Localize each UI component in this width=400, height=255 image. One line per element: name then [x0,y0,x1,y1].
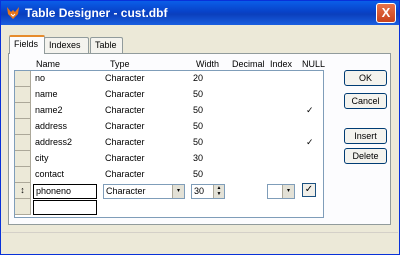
row-selector[interactable] [15,103,31,119]
row-selector[interactable] [15,119,31,135]
field-width[interactable]: 50 [193,121,203,131]
field-index-select[interactable]: ▾ [267,184,295,199]
field-width-value: 30 [194,186,205,196]
fields-grid[interactable]: no Character 20 name Character 50 name2 … [14,70,324,218]
tab-indexes[interactable]: Indexes [44,37,89,53]
field-name[interactable]: address2 [35,137,72,147]
new-field-name-input[interactable] [33,200,97,215]
fields-panel: Name Type Width Decimal Index NULL no Ch… [8,53,391,225]
field-width[interactable]: 30 [193,153,203,163]
row-mover-handle[interactable]: ↕ [15,183,31,199]
field-width[interactable]: 50 [193,105,203,115]
column-header-index: Index [270,59,293,69]
field-name-input[interactable]: phoneno [33,184,97,199]
title-bar[interactable]: Table Designer - cust.dbf X [1,1,399,25]
table-row[interactable]: name2 Character 50 ✓ [15,103,323,119]
editing-row[interactable]: ↕ phoneno Character ▾ 30 ▲ ▼ ▾ ✓ [15,183,323,199]
tab-fields[interactable]: Fields [9,35,45,54]
field-width[interactable]: 50 [193,89,203,99]
field-type-select[interactable]: Character ▾ [103,184,185,199]
table-row[interactable]: address2 Character 50 ✓ [15,135,323,151]
field-null[interactable]: ✓ [306,105,314,116]
column-header-width: Width [196,59,220,69]
field-type[interactable]: Character [105,89,145,99]
field-name[interactable]: no [35,73,45,83]
spinner-arrows-icon[interactable]: ▲ ▼ [213,185,224,198]
field-type[interactable]: Character [105,169,145,179]
spin-down-icon[interactable]: ▼ [214,191,224,197]
dropdown-arrow-icon[interactable]: ▾ [282,185,294,198]
field-width-spinner[interactable]: 30 ▲ ▼ [191,184,225,199]
field-width[interactable]: 20 [193,73,203,83]
column-header-name: Name [36,59,61,69]
field-type[interactable]: Character [105,121,145,131]
row-selector[interactable] [15,71,31,87]
field-name[interactable]: contact [35,169,64,179]
row-selector[interactable] [15,87,31,103]
row-selector[interactable] [15,199,31,215]
field-type[interactable]: Character [105,153,145,163]
new-row[interactable] [15,199,323,215]
delete-button[interactable]: Delete [344,148,387,164]
ok-button[interactable]: OK [344,70,387,86]
null-checkbox[interactable]: ✓ [302,183,316,197]
field-type[interactable]: Character [105,73,145,83]
field-width[interactable]: 50 [193,137,203,147]
table-designer-window: Table Designer - cust.dbf X Fields Index… [0,0,400,255]
field-width[interactable]: 50 [193,169,203,179]
table-row[interactable]: city Character 30 [15,151,323,167]
status-bar [2,232,398,254]
column-header-null: NULL [302,59,326,69]
table-row[interactable]: contact Character 50 [15,167,323,183]
table-row[interactable]: address Character 50 [15,119,323,135]
field-null[interactable]: ✓ [306,137,314,148]
field-name[interactable]: name [35,89,58,99]
field-type-value: Character [106,186,146,196]
column-header-type: Type [110,59,130,69]
field-type[interactable]: Character [105,137,145,147]
window-title: Table Designer - cust.dbf [25,6,168,20]
field-name[interactable]: city [35,153,49,163]
row-selector[interactable] [15,167,31,183]
row-selector[interactable] [15,151,31,167]
table-row[interactable]: no Character 20 [15,71,323,87]
dropdown-arrow-icon[interactable]: ▾ [172,185,184,198]
table-row[interactable]: name Character 50 [15,87,323,103]
close-button[interactable]: X [376,3,396,23]
fox-icon [7,7,19,19]
row-selector[interactable] [15,135,31,151]
cancel-button[interactable]: Cancel [344,93,387,109]
insert-button[interactable]: Insert [344,128,387,144]
field-name[interactable]: address [35,121,67,131]
column-header-decimal: Decimal [232,59,265,69]
field-type[interactable]: Character [105,105,145,115]
tab-table[interactable]: Table [90,37,123,53]
field-name[interactable]: name2 [35,105,63,115]
